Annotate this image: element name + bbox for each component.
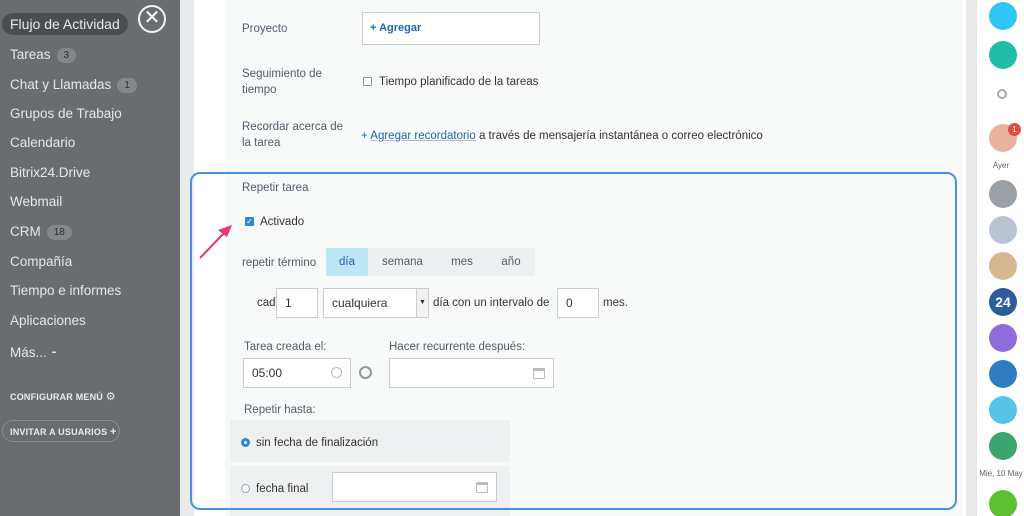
- count-badge: 1: [117, 78, 137, 93]
- live-feed-icon[interactable]: [989, 41, 1017, 69]
- sidebar-item-label: Chat y Llamadas: [10, 77, 112, 92]
- right-rail: Ayer 24 Mie, 10 May: [976, 0, 1024, 516]
- sidebar-item-time-reports[interactable]: Tiempo e informes: [10, 281, 121, 301]
- close-button[interactable]: ✕: [138, 5, 166, 33]
- megaphone-icon[interactable]: [989, 432, 1017, 460]
- notifications-bell-icon[interactable]: [989, 2, 1017, 30]
- project-add-button[interactable]: + Agregar: [370, 22, 421, 34]
- sidebar-item-crm[interactable]: CRM 18: [10, 222, 72, 242]
- megaphone-icon[interactable]: [989, 360, 1017, 388]
- project-label: Proyecto: [242, 23, 288, 35]
- invite-users-label: INVITAR A USUARIOS: [10, 427, 108, 437]
- sidebar-item-company[interactable]: Compañía: [10, 252, 72, 272]
- time-tracking-label: Seguimiento de tiempo: [242, 68, 322, 96]
- bitrix24-app-icon[interactable]: 24: [989, 288, 1017, 316]
- sidebar-item-label: Grupos de Trabajo: [10, 106, 122, 121]
- megaphone-icon[interactable]: [989, 396, 1017, 424]
- sidebar-item-label: Tiempo e informes: [10, 283, 122, 298]
- notification-count-badge: 1: [1008, 123, 1021, 136]
- gear-icon: ⚙: [105, 391, 116, 403]
- date-label: Mie, 10 May: [979, 469, 1023, 478]
- sidebar-item-more[interactable]: Más... ⁃: [10, 343, 57, 363]
- reminder-plus: +: [361, 130, 371, 142]
- avatar[interactable]: [989, 216, 1017, 244]
- close-icon: ✕: [143, 7, 161, 29]
- sidebar-item-drive[interactable]: Bitrix24.Drive: [10, 163, 90, 183]
- count-badge: 3: [56, 48, 77, 63]
- yesterday-label: Ayer: [992, 161, 1010, 170]
- reminder-suffix: a través de mensajería instantánea o cor…: [475, 130, 763, 142]
- sidebar-item-label: CRM: [10, 224, 41, 239]
- sidebar-item-applications[interactable]: Aplicaciones: [10, 311, 86, 331]
- sidebar-item-label: Aplicaciones: [10, 313, 86, 328]
- configure-menu-label: CONFIGURAR MENÚ: [10, 392, 103, 402]
- reminder-label: Recordar acerca de la tarea: [242, 121, 343, 149]
- sidebar-item-label: Compañía: [10, 254, 73, 269]
- left-sidebar: Flujo de Actividad Tareas 3 Chat y Llamad…: [0, 0, 180, 516]
- phone-icon[interactable]: [989, 490, 1017, 516]
- planned-time-label: Tiempo planificado de la tareas: [379, 76, 539, 88]
- project-add-field[interactable]: + Agregar: [362, 12, 540, 45]
- avatar[interactable]: [989, 252, 1017, 280]
- sidebar-item-webmail[interactable]: Webmail: [10, 192, 62, 212]
- sidebar-item-calendar[interactable]: Calendario: [10, 133, 75, 153]
- reminder-row: + Agregar recordatorio a través de mensa…: [361, 128, 763, 144]
- megaphone-icon[interactable]: [989, 324, 1017, 352]
- sidebar-item-label: Bitrix24.Drive: [10, 165, 91, 180]
- sidebar-item-label: Webmail: [10, 194, 63, 209]
- count-badge: 18: [46, 225, 72, 240]
- sidebar-item-chat[interactable]: Chat y Llamadas 1: [10, 75, 137, 95]
- plus-icon: +: [109, 426, 117, 438]
- invite-users-button[interactable]: INVITAR A USUARIOS +: [10, 426, 117, 438]
- sidebar-item-activity-stream[interactable]: Flujo de Actividad: [2, 13, 128, 35]
- sidebar-item-label: Más... ⁃: [10, 345, 58, 360]
- sidebar-item-label: Calendario: [10, 135, 76, 150]
- add-reminder-link[interactable]: Agregar recordatorio: [370, 130, 475, 142]
- search-icon[interactable]: [997, 89, 1007, 99]
- planned-time-checkbox[interactable]: [363, 77, 372, 86]
- sidebar-item-label: Tareas: [10, 47, 51, 62]
- sidebar-item-workgroups[interactable]: Grupos de Trabajo: [10, 104, 122, 124]
- pointer-arrow-icon: [199, 225, 232, 259]
- sidebar-item-tasks[interactable]: Tareas 3: [10, 45, 77, 65]
- repeat-task-highlight-box: [190, 172, 957, 510]
- configure-menu-button[interactable]: CONFIGURAR MENÚ ⚙: [10, 390, 116, 403]
- avatar[interactable]: [989, 180, 1017, 208]
